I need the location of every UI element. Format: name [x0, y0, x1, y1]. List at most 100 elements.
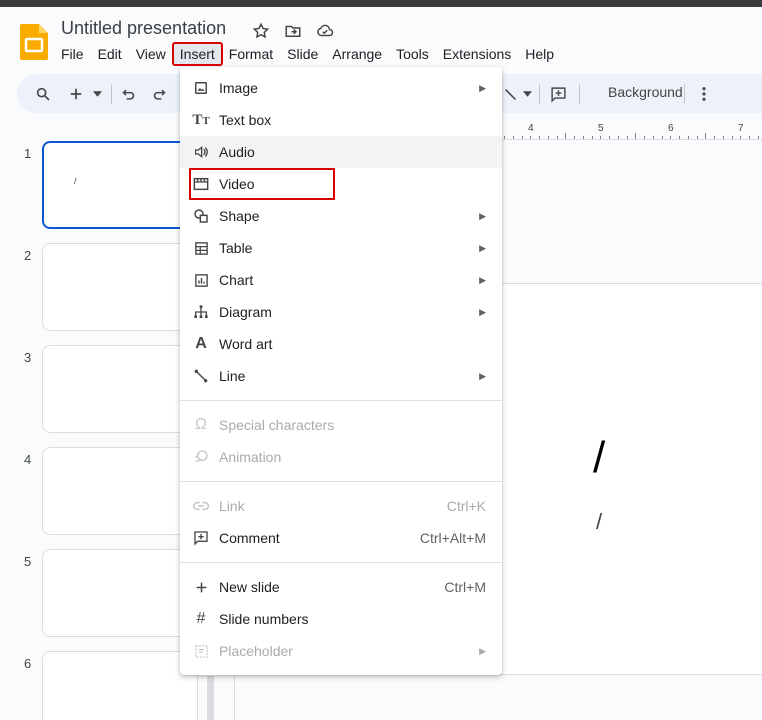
menu-item-label: Slide numbers [219, 611, 309, 627]
menu-item-table[interactable]: Table ▶ [180, 232, 502, 264]
menu-arrange[interactable]: Arrange [325, 43, 389, 65]
menu-insert[interactable]: Insert [171, 42, 223, 66]
slide-thumbnail[interactable] [42, 243, 198, 331]
menu-item-text-box[interactable]: TT Text box [180, 104, 502, 136]
plus-icon [192, 578, 210, 596]
insert-menu-dropdown: Image ▶ TT Text box Audio Video Shape ▶ Table ▶ Ch… [180, 67, 502, 675]
ruler-tick [670, 136, 672, 139]
animation-icon [192, 448, 210, 466]
submenu-arrow-icon: ▶ [479, 370, 486, 381]
submenu-arrow-icon: ▶ [479, 645, 486, 656]
background-button[interactable]: Background [608, 84, 683, 100]
video-icon [192, 175, 210, 193]
cloud-saved-icon[interactable] [314, 20, 336, 42]
new-slide-dropdown-icon[interactable] [91, 82, 103, 106]
slide-thumbnail[interactable] [42, 141, 198, 229]
menu-separator [180, 562, 502, 563]
add-comment-icon[interactable] [548, 82, 568, 106]
slide-number: 2 [24, 248, 32, 263]
ruler-tick [530, 136, 532, 139]
ruler-tick [749, 136, 750, 139]
slide-thumbnail[interactable] [42, 447, 198, 535]
menu-item-diagram[interactable]: Diagram ▶ [180, 296, 502, 328]
menu-view[interactable]: View [129, 43, 173, 65]
toolbar-divider [579, 84, 580, 104]
submenu-arrow-icon: ▶ [479, 82, 486, 93]
word-art-icon: A [195, 335, 207, 352]
slide-number: 5 [24, 554, 32, 569]
more-options-icon[interactable] [697, 82, 711, 106]
submenu-arrow-icon: ▶ [479, 210, 486, 221]
slide-thumbnail[interactable] [42, 651, 198, 720]
comment-icon [192, 529, 210, 547]
menu-item-video[interactable]: Video [180, 168, 502, 200]
browser-top-strip [0, 0, 762, 7]
slide-title-text[interactable]: / [593, 433, 605, 483]
text-box-icon: TT [192, 111, 210, 128]
slides-logo-icon[interactable] [20, 24, 48, 60]
menu-help[interactable]: Help [518, 43, 561, 65]
ruler-label: 4 [528, 123, 534, 134]
thumbnail-title-text: / [74, 176, 77, 186]
redo-icon[interactable] [150, 82, 168, 106]
menu-item-special-characters: Ω Special characters [180, 409, 502, 441]
menu-item-image[interactable]: Image ▶ [180, 72, 502, 104]
menu-item-chart[interactable]: Chart ▶ [180, 264, 502, 296]
toolbar-divider [111, 84, 112, 104]
menu-tools[interactable]: Tools [389, 43, 436, 65]
menu-item-label: Link [219, 498, 245, 514]
move-folder-icon[interactable] [282, 20, 304, 42]
hash-icon: # [196, 610, 206, 627]
filmstrip-scrollbar[interactable] [207, 676, 214, 720]
submenu-arrow-icon: ▶ [479, 242, 486, 253]
menu-item-label: Word art [219, 336, 273, 352]
menu-slide[interactable]: Slide [280, 43, 325, 65]
slide-subtitle-text[interactable]: / [596, 509, 602, 535]
menu-item-audio[interactable]: Audio [180, 136, 502, 168]
undo-icon[interactable] [119, 82, 137, 106]
ruler-tick [652, 136, 654, 139]
line-tool-icon[interactable] [501, 82, 519, 106]
menu-item-label: Table [219, 240, 253, 256]
menu-format[interactable]: Format [222, 43, 280, 65]
menu-item-placeholder: Placeholder ▶ [180, 635, 502, 667]
menu-item-shape[interactable]: Shape ▶ [180, 200, 502, 232]
menu-item-label: Diagram [219, 304, 272, 320]
placeholder-icon [192, 642, 210, 660]
ruler-tick [731, 136, 733, 139]
slide-number: 4 [24, 452, 32, 467]
menu-file[interactable]: File [54, 43, 91, 65]
menu-item-label: New slide [219, 579, 280, 595]
menu-item-label: Special characters [219, 417, 335, 433]
menu-item-new-slide[interactable]: New slide Ctrl+M [180, 571, 502, 603]
link-icon [192, 497, 210, 515]
star-icon[interactable] [250, 20, 272, 42]
ruler-tick [661, 136, 663, 139]
menu-edit[interactable]: Edit [91, 43, 129, 65]
ruler-tick [740, 136, 742, 139]
image-icon [192, 79, 210, 97]
ruler-label: 6 [668, 123, 674, 134]
ruler-tick [539, 136, 540, 139]
menu-extensions[interactable]: Extensions [436, 43, 518, 65]
menu-item-label: Video [219, 176, 255, 192]
diagram-icon [192, 303, 210, 321]
search-menus-icon[interactable] [33, 82, 53, 106]
new-slide-plus-icon[interactable] [67, 82, 85, 106]
line-dropdown-icon[interactable] [521, 82, 533, 106]
document-title[interactable]: Untitled presentation [61, 18, 226, 39]
menu-item-slide-numbers[interactable]: # Slide numbers [180, 603, 502, 635]
ruler-tick [705, 133, 707, 139]
menu-item-word-art[interactable]: A Word art [180, 328, 502, 360]
submenu-arrow-icon: ▶ [479, 274, 486, 285]
menu-item-label: Placeholder [219, 643, 293, 659]
ruler-tick [556, 136, 558, 139]
ruler-tick [626, 136, 628, 139]
slide-thumbnail[interactable] [42, 345, 198, 433]
slide-thumbnail[interactable] [42, 549, 198, 637]
menu-item-line[interactable]: Line ▶ [180, 360, 502, 392]
menu-item-label: Chart [219, 272, 254, 288]
ruler-tick [679, 136, 680, 139]
slide-number: 6 [24, 656, 32, 671]
menu-item-comment[interactable]: Comment Ctrl+Alt+M [180, 522, 502, 554]
